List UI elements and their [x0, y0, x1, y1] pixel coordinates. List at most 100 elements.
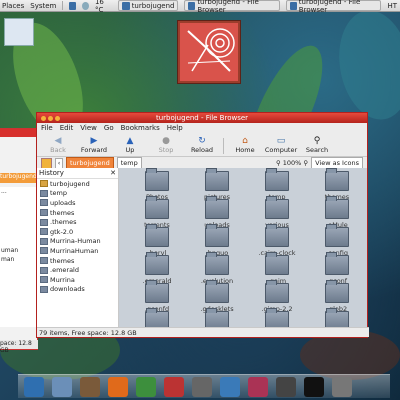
sidebar-item[interactable]: uploads [37, 198, 118, 208]
folder-icon [40, 285, 48, 293]
menu-view[interactable]: View [80, 124, 97, 132]
close-icon[interactable] [41, 115, 46, 121]
sidebar-list: turbojugend temp uploads themes .themes gtk-2… [37, 179, 118, 294]
sidebar-item[interactable]: .themes [37, 217, 118, 227]
folder-icon [265, 196, 289, 219]
computer-icon: ▭ [276, 136, 286, 146]
menu-places[interactable]: Places [2, 2, 24, 10]
terminal-icon[interactable] [304, 376, 324, 397]
reload-button[interactable]: ↻ Reload [187, 137, 217, 155]
folder-icon [145, 224, 169, 247]
firefox-icon[interactable] [108, 376, 128, 397]
folder-icon [289, 1, 297, 10]
menu-file[interactable]: File [41, 124, 53, 132]
window-titlebar[interactable]: turbojugend - File Browser [37, 113, 367, 123]
folder-icon [325, 196, 349, 219]
panel-separator [62, 1, 64, 10]
menu-go[interactable]: Go [104, 124, 114, 132]
button-label: Forward [80, 146, 108, 154]
terminal-docs-icon[interactable] [80, 376, 100, 397]
folder-icon [265, 252, 289, 275]
location-crumb[interactable]: turbojugend [0, 173, 38, 183]
clock-face [180, 23, 238, 81]
zoom-control: ⚲ 100% ⚲ [276, 159, 308, 167]
sidebar-item[interactable]: turbojugend [37, 179, 118, 189]
zoom-out-icon[interactable]: ⚲ [276, 159, 281, 167]
edit-location-icon[interactable] [41, 157, 52, 169]
search-button[interactable]: ⚲ Search [302, 136, 332, 155]
files-icon[interactable] [52, 376, 72, 397]
sidebar-item[interactable]: ... [0, 187, 38, 196]
folder-icon [40, 237, 48, 245]
taskbar-label: turbojugend - File Browser [197, 0, 259, 14]
maximize-icon[interactable] [55, 115, 60, 121]
toolbar: ◀ Back ▶ Forward ▲ Up ● Stop ↻ Reload ⌂ … [37, 132, 367, 157]
sidebar-item[interactable]: Murrina-Human [37, 237, 118, 247]
window-titlebar[interactable] [0, 129, 37, 137]
window-title: turbojugend - File Browser [155, 114, 249, 122]
back-button[interactable]: ◀ Back [43, 136, 73, 155]
sidebar-title: History [39, 169, 64, 177]
arrow-right-icon: ▶ [90, 136, 98, 146]
desktop-icon[interactable] [4, 18, 34, 46]
zoom-level: 100% [282, 159, 302, 167]
folder-icon [188, 1, 196, 10]
taskbar-item[interactable]: turbojugend [117, 0, 179, 11]
button-label: Stop [158, 146, 174, 154]
sidebar-header[interactable]: History ✕ [37, 168, 118, 179]
taskbar-item[interactable]: turbojugend - File Browser [184, 0, 280, 14]
sidebar-item[interactable]: temp [37, 189, 118, 199]
sidebar-item[interactable]: .emerald [37, 265, 118, 275]
button-label: Home [235, 146, 255, 154]
sidebar-item-label: Murrina [50, 275, 75, 284]
taskbar-label: turbojugend [131, 1, 175, 10]
stop-button[interactable]: ● Stop [151, 137, 181, 155]
media-icon[interactable] [276, 376, 296, 397]
desktop-icon[interactable] [24, 376, 44, 397]
audio-icon[interactable] [192, 376, 212, 397]
menu-edit[interactable]: Edit [60, 124, 74, 132]
close-icon[interactable]: ✕ [110, 169, 116, 177]
menu-bookmarks[interactable]: Bookmarks [121, 124, 160, 132]
sidebar-item[interactable]: man [0, 255, 38, 264]
dock [18, 374, 390, 398]
sidebar-item[interactable]: gtk-2.0 [37, 227, 118, 237]
sidebar-item[interactable]: downloads [37, 285, 118, 295]
arrow-left-icon: ◀ [54, 136, 62, 146]
screenshot-icon[interactable] [220, 376, 240, 397]
zoom-in-icon[interactable]: ⚲ [303, 159, 308, 167]
folder-icon [40, 209, 48, 217]
forward-button[interactable]: ▶ Forward [79, 136, 109, 155]
folder-icon [205, 224, 229, 247]
sidebar-item[interactable]: themes [37, 208, 118, 218]
sidebar-item[interactable]: Murrina [37, 275, 118, 285]
folder-icon [265, 168, 289, 191]
file-browser-window: turbojugend - File Browser File Edit Vie… [36, 112, 369, 338]
sidebar-item-label: gtk-2.0 [50, 227, 74, 236]
sidebar-item-label: uploads [50, 198, 76, 207]
sidebar-item[interactable]: uman [0, 246, 38, 255]
sidebar-item-label: downloads [50, 285, 85, 294]
sidebar-item[interactable]: themes [37, 256, 118, 266]
button-label: Up [125, 146, 135, 154]
menu-help[interactable]: Help [167, 124, 183, 132]
workspace-icon[interactable] [69, 1, 77, 10]
status-bar: 79 items, Free space: 12.8 GB [37, 327, 369, 337]
folder-icon [40, 189, 48, 197]
window-controls [41, 115, 60, 121]
taskbar-item[interactable]: turbojugend - File Browser [285, 0, 382, 14]
archive-icon[interactable] [248, 376, 268, 397]
menu-system[interactable]: System [30, 2, 56, 10]
background-window[interactable]: turbojugend ... uman man pace: 12.8 GB [0, 128, 38, 354]
home-button[interactable]: ⌂ Home [230, 137, 260, 155]
computer-button[interactable]: ▭ Computer [265, 136, 297, 155]
crumb-scroll-left[interactable]: ‹ [55, 157, 63, 169]
chat-icon[interactable] [164, 376, 184, 397]
minimize-icon[interactable] [48, 115, 53, 121]
update-icon[interactable] [136, 376, 156, 397]
up-button[interactable]: ▲ Up [115, 137, 145, 155]
search-icon: ⚲ [313, 136, 321, 146]
sidebar-item[interactable]: MurrinaHuman [37, 246, 118, 256]
settings-icon[interactable] [332, 376, 352, 397]
top-panel: Places System 16 °C turbojugend turbojug… [0, 0, 400, 14]
